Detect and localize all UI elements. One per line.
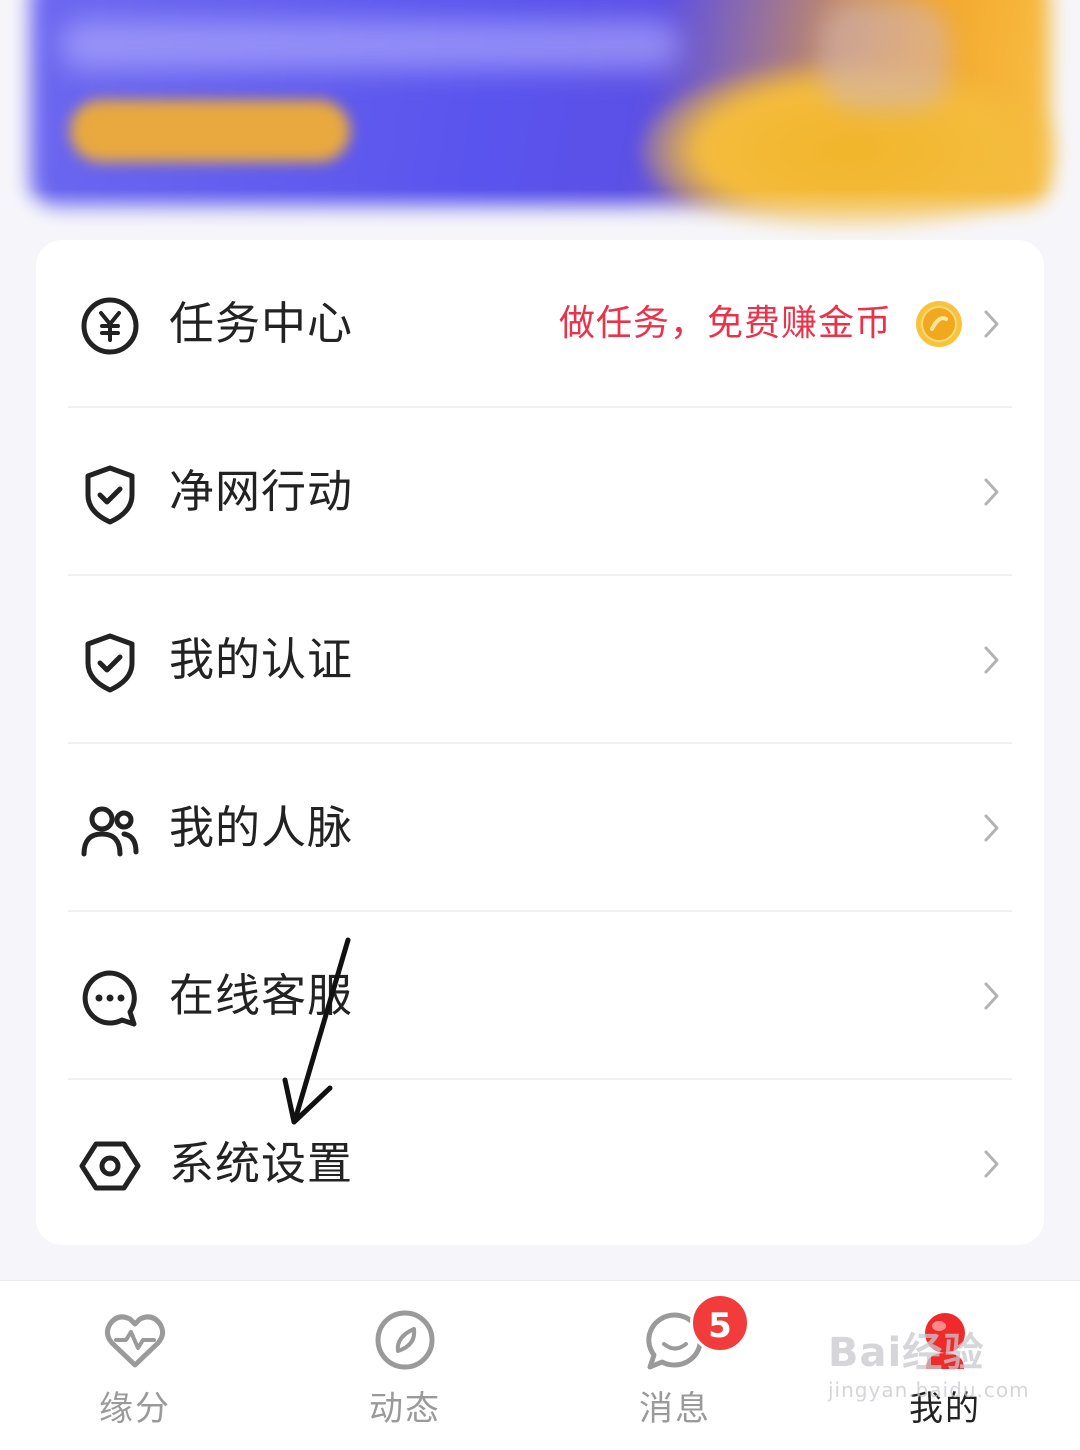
tab-fate[interactable]: 缘分 xyxy=(35,1281,235,1450)
hexagon-settings-icon xyxy=(78,1134,142,1198)
banner-button[interactable] xyxy=(70,100,350,162)
chevron-right-icon xyxy=(982,810,1002,846)
task-promo-text: 做任务，免费赚金币 xyxy=(558,303,892,344)
tab-label: 缘分 xyxy=(99,1389,171,1429)
tab-label: 消息 xyxy=(639,1389,711,1429)
unread-badge: 5 xyxy=(690,1293,750,1353)
menu-item-label: 在线客服 xyxy=(169,969,354,1022)
menu-item-label: 我的人脉 xyxy=(169,801,354,854)
heart-pulse-icon xyxy=(102,1307,168,1373)
tab-mine[interactable]: 我的 xyxy=(845,1281,1045,1450)
menu-item-label: 我的认证 xyxy=(169,633,354,686)
menu-item-system-settings[interactable]: 系统设置 xyxy=(36,1080,1044,1248)
chevron-right-icon xyxy=(982,1146,1002,1182)
menu-item-clean-net[interactable]: 净网行动 xyxy=(36,408,1044,576)
menu-item-my-certification[interactable]: 我的认证 xyxy=(36,576,1044,744)
menu-item-label: 净网行动 xyxy=(169,465,354,518)
tab-label: 我的 xyxy=(909,1389,981,1429)
chevron-right-icon xyxy=(982,306,1002,342)
task-promo: 做任务，免费赚金币 xyxy=(559,294,964,354)
tab-label: 动态 xyxy=(369,1389,441,1429)
tab-messages[interactable]: 5 消息 xyxy=(575,1281,775,1450)
menu-card: 任务中心 做任务，免费赚金币 净网行动 我的认证 我的人脉 在线客服 系统设置 xyxy=(36,240,1044,1245)
gold-coin-icon xyxy=(916,301,962,347)
chevron-right-icon xyxy=(982,642,1002,678)
profile-icon xyxy=(912,1307,978,1373)
chevron-right-icon xyxy=(982,474,1002,510)
menu-item-my-connections[interactable]: 我的人脉 xyxy=(36,744,1044,912)
chat-bubble-icon xyxy=(78,966,142,1030)
people-icon xyxy=(78,798,142,862)
menu-item-label: 任务中心 xyxy=(169,297,354,350)
shield-check-icon xyxy=(78,462,142,526)
yen-circle-icon xyxy=(78,294,142,358)
chevron-right-icon xyxy=(982,978,1002,1014)
tab-moments[interactable]: 动态 xyxy=(305,1281,505,1450)
shield-check-icon xyxy=(78,630,142,694)
menu-item-online-service[interactable]: 在线客服 xyxy=(36,912,1044,1080)
profile-page: 任务中心 做任务，免费赚金币 净网行动 我的认证 我的人脉 在线客服 系统设置 … xyxy=(0,0,1080,1450)
compass-icon xyxy=(372,1307,438,1373)
bottom-tab-bar: 缘分 动态 5 消息 我的 xyxy=(0,1280,1080,1450)
menu-item-label: 系统设置 xyxy=(169,1137,354,1190)
menu-item-task-center[interactable]: 任务中心 做任务，免费赚金币 xyxy=(36,240,1044,408)
